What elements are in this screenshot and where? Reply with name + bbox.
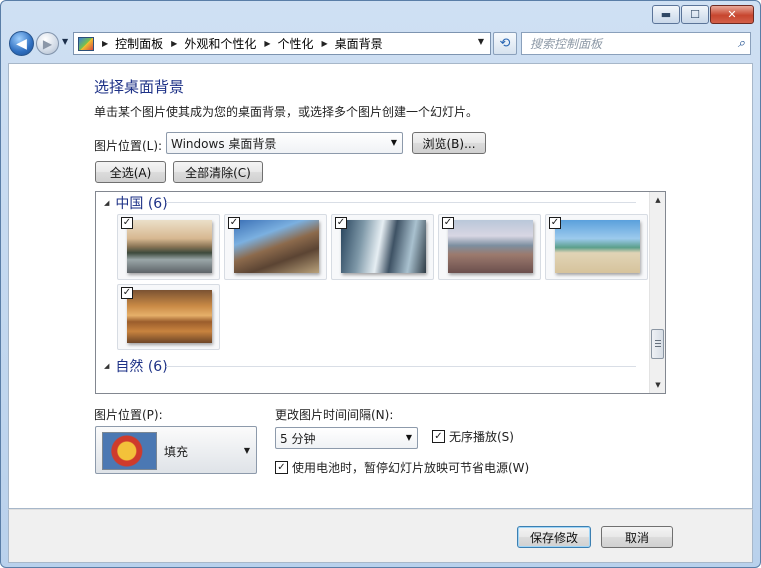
wallpaper-thumbnail[interactable]: ✓ <box>438 214 541 280</box>
control-panel-window: ▬ ☐ ✕ ◀ ▶ ▼ ▶ 控制面板 ▶ 外观和个性化 ▶ 个性化 ▶ 桌面背景… <box>0 0 761 568</box>
scroll-down-arrow-icon[interactable]: ▼ <box>650 377 665 393</box>
browse-button[interactable]: 浏览(B)... <box>412 132 486 154</box>
thumbnail-checkbox[interactable]: ✓ <box>335 217 347 229</box>
breadcrumb: ▶ 控制面板 ▶ 外观和个性化 ▶ 个性化 ▶ 桌面背景 <box>94 35 383 52</box>
battery-option[interactable]: ✓ 使用电池时，暂停幻灯片放映可节省电源(W) <box>275 459 529 476</box>
wallpaper-thumbnail[interactable]: ✓ <box>117 214 220 280</box>
thumbnail-checkbox[interactable]: ✓ <box>121 287 133 299</box>
minimize-icon: ▬ <box>660 8 672 21</box>
chevron-right-icon[interactable]: ▶ <box>171 39 177 48</box>
thumbnail-checkbox[interactable]: ✓ <box>121 217 133 229</box>
refresh-button[interactable]: ⟲ <box>493 32 517 55</box>
select-all-button[interactable]: 全选(A) <box>95 161 166 183</box>
search-placeholder: 搜索控制面板 <box>530 37 603 51</box>
grip-line <box>655 340 661 341</box>
position-preview-image <box>102 432 157 470</box>
breadcrumb-personalization[interactable]: 个性化 <box>278 35 314 52</box>
picture-position-select[interactable]: 填充 ▼ <box>95 426 257 474</box>
close-button[interactable]: ✕ <box>710 5 754 24</box>
thumbnail-checkbox[interactable]: ✓ <box>549 217 561 229</box>
minimize-button[interactable]: ▬ <box>652 5 680 24</box>
picture-location-label: 图片位置(L): <box>94 139 163 153</box>
close-icon: ✕ <box>727 8 737 21</box>
group-divider <box>166 366 636 367</box>
breadcrumb-control-panel[interactable]: 控制面板 <box>115 35 163 52</box>
wallpaper-thumbnail[interactable]: ✓ <box>224 214 327 280</box>
picture-location-value: Windows 桌面背景 <box>171 136 277 151</box>
chevron-right-icon[interactable]: ▶ <box>322 39 328 48</box>
wallpaper-image <box>555 220 640 273</box>
main-content: 选择桌面背景 单击某个图片使其成为您的桌面背景，或选择多个图片创建一个幻灯片。 … <box>8 63 753 509</box>
grip-line <box>655 343 661 344</box>
back-arrow-icon: ◀ <box>16 35 27 52</box>
chevron-right-icon[interactable]: ▶ <box>102 39 108 48</box>
wallpaper-image <box>448 220 533 273</box>
history-dropdown-icon[interactable]: ▼ <box>62 37 68 46</box>
picture-position-value: 填充 <box>164 445 189 459</box>
wallpaper-gallery[interactable]: ◢ 中国 (6) ✓ ✓ ✓ ✓ ✓ ✓ ◢ 自然 (6) ▲ ▼ <box>95 191 666 394</box>
forward-arrow-icon: ▶ <box>42 36 53 51</box>
wallpaper-image <box>127 220 212 273</box>
clear-all-button[interactable]: 全部清除(C) <box>173 161 263 183</box>
wallpaper-image <box>234 220 319 273</box>
shuffle-label[interactable]: 无序播放(S) <box>449 428 514 445</box>
wallpaper-thumbnail[interactable]: ✓ <box>117 284 220 350</box>
group-name: 自然 (6) <box>115 359 168 375</box>
interval-select[interactable]: 5 分钟 ▼ <box>275 427 418 449</box>
page-subtitle: 单击某个图片使其成为您的桌面背景，或选择多个图片创建一个幻灯片。 <box>94 105 479 119</box>
breadcrumb-appearance[interactable]: 外观和个性化 <box>184 35 256 52</box>
search-icon[interactable]: ⌕ <box>738 36 745 51</box>
refresh-icon: ⟲ <box>499 36 511 51</box>
caption-buttons: ▬ ☐ ✕ <box>652 5 754 24</box>
collapse-triangle-icon[interactable]: ◢ <box>104 362 109 370</box>
shuffle-checkbox[interactable]: ✓ <box>432 430 445 443</box>
collapse-triangle-icon[interactable]: ◢ <box>104 199 109 207</box>
chevron-down-icon: ▼ <box>390 138 397 147</box>
gallery-scrollbar[interactable]: ▲ ▼ <box>649 192 665 393</box>
maximize-icon: ☐ <box>690 8 700 21</box>
cancel-button[interactable]: 取消 <box>601 526 673 548</box>
battery-label[interactable]: 使用电池时，暂停幻灯片放映可节省电源(W) <box>292 459 529 476</box>
picture-position-label: 图片位置(P): <box>94 408 163 422</box>
back-button[interactable]: ◀ <box>9 31 34 56</box>
interval-value: 5 分钟 <box>280 431 316 446</box>
wallpaper-image <box>341 220 426 273</box>
footer-bar: 保存修改 取消 <box>8 509 753 563</box>
group-name: 中国 (6) <box>115 196 168 212</box>
scrollbar-thumb[interactable] <box>651 329 664 359</box>
chevron-down-icon: ▼ <box>405 433 412 442</box>
chevron-down-icon: ▼ <box>243 446 250 455</box>
group-header-china[interactable]: ◢ 中国 (6) <box>104 193 168 213</box>
maximize-button[interactable]: ☐ <box>681 5 709 24</box>
search-input[interactable]: 搜索控制面板 ⌕ <box>521 32 751 55</box>
wallpaper-thumbnail[interactable]: ✓ <box>545 214 648 280</box>
shuffle-option[interactable]: ✓ 无序播放(S) <box>432 428 514 445</box>
page-title: 选择桌面背景 <box>94 78 185 96</box>
address-bar[interactable]: ▶ 控制面板 ▶ 外观和个性化 ▶ 个性化 ▶ 桌面背景 ▼ <box>73 32 491 55</box>
group-divider <box>166 202 636 203</box>
thumbnail-checkbox[interactable]: ✓ <box>228 217 240 229</box>
picture-location-select[interactable]: Windows 桌面背景 ▼ <box>166 132 403 154</box>
save-changes-button[interactable]: 保存修改 <box>517 526 591 548</box>
navigation-bar: ◀ ▶ ▼ ▶ 控制面板 ▶ 外观和个性化 ▶ 个性化 ▶ 桌面背景 ▼ ⟲ 搜… <box>1 27 760 63</box>
grip-line <box>655 346 661 347</box>
chevron-right-icon[interactable]: ▶ <box>264 39 270 48</box>
address-dropdown-icon[interactable]: ▼ <box>478 37 484 46</box>
wallpaper-image <box>127 290 212 343</box>
control-panel-icon <box>78 36 94 51</box>
scroll-up-arrow-icon[interactable]: ▲ <box>650 192 665 208</box>
interval-label: 更改图片时间间隔(N): <box>275 408 394 422</box>
breadcrumb-desktop-background[interactable]: 桌面背景 <box>335 35 383 52</box>
thumbnail-checkbox[interactable]: ✓ <box>442 217 454 229</box>
wallpaper-thumbnail[interactable]: ✓ <box>331 214 434 280</box>
battery-checkbox[interactable]: ✓ <box>275 461 288 474</box>
group-header-nature[interactable]: ◢ 自然 (6) <box>104 356 168 376</box>
forward-button[interactable]: ▶ <box>36 32 59 55</box>
